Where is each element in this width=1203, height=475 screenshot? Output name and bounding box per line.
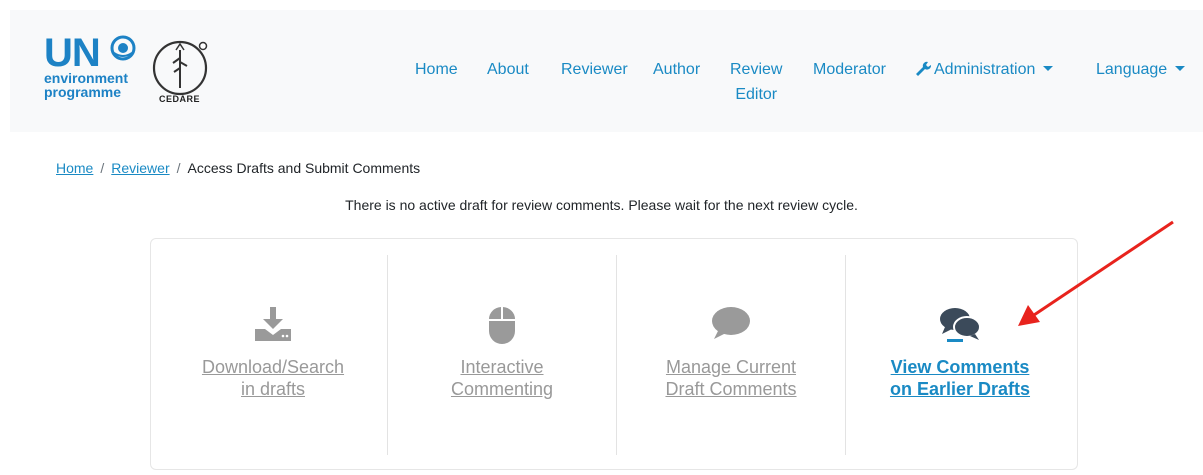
option-view-comments-earlier-drafts-label[interactable]: View Comments on Earlier Drafts [846,356,1074,400]
navbar: UN environment programme CEDARE Home Abo… [10,10,1203,132]
breadcrumb: Home / Reviewer / Access Drafts and Submit C… [56,160,420,176]
chevron-down-icon [1175,66,1186,71]
breadcrumb-reviewer[interactable]: Reviewer [111,160,169,176]
breadcrumb-home[interactable]: Home [56,160,93,176]
un-emblem-icon [110,35,136,61]
options-card: Download/Search in drafts Interactive Co… [150,238,1078,470]
un-environment-logo[interactable]: UN environment programme [44,33,136,100]
nav-about[interactable]: About [487,57,529,82]
option-line: Commenting [450,379,554,399]
chevron-down-icon [1043,66,1054,71]
nav-review-editor[interactable]: Review Editor [730,57,782,107]
annotation-arrow-icon [1018,220,1174,326]
logo-line-1: environment [44,70,129,86]
nav-administration[interactable]: Administration [914,57,1054,82]
option-download-search[interactable]: Download/Search in drafts [159,255,387,475]
nav-administration-label: Administration [934,61,1036,78]
nav-language-label: Language [1096,61,1168,78]
nav-language[interactable]: Language [1096,57,1186,82]
breadcrumb-separator: / [176,160,181,176]
nav-review-editor-line2: Editor [735,86,778,103]
option-line: in drafts [240,379,306,399]
option-manage-current-draft-comments[interactable]: Manage Current Draft Comments [617,255,845,475]
option-line: Interactive [460,357,544,377]
breadcrumb-current: Access Drafts and Submit Comments [187,160,421,176]
option-manage-current-draft-comments-label[interactable]: Manage Current Draft Comments [617,356,845,400]
option-line: Draft Comments [665,379,797,399]
option-line: Manage Current [665,357,797,377]
mouse-icon [388,305,616,349]
nav-reviewer[interactable]: Reviewer [561,57,628,82]
logo-line-2: programme [44,84,122,100]
wrench-icon [916,61,932,76]
option-line: on Earlier Drafts [889,379,1031,399]
option-line: Download/Search [201,357,345,377]
comment-icon [617,305,845,349]
option-download-search-label[interactable]: Download/Search in drafts [159,356,387,400]
breadcrumb-separator: / [100,160,105,176]
nav-moderator[interactable]: Moderator [813,57,886,82]
no-active-draft-notice: There is no active draft for review comm… [345,197,858,213]
nav-review-editor-line1: Review [730,61,783,78]
cedare-logo[interactable]: CEDARE [146,38,216,106]
nav-author[interactable]: Author [653,57,700,82]
option-interactive-commenting-label[interactable]: Interactive Commenting [388,356,616,400]
cedare-label: CEDARE [159,94,201,104]
download-icon [159,305,387,349]
option-interactive-commenting[interactable]: Interactive Commenting [388,255,616,475]
option-line: View Comments [890,357,1030,377]
nav-home[interactable]: Home [415,57,458,82]
